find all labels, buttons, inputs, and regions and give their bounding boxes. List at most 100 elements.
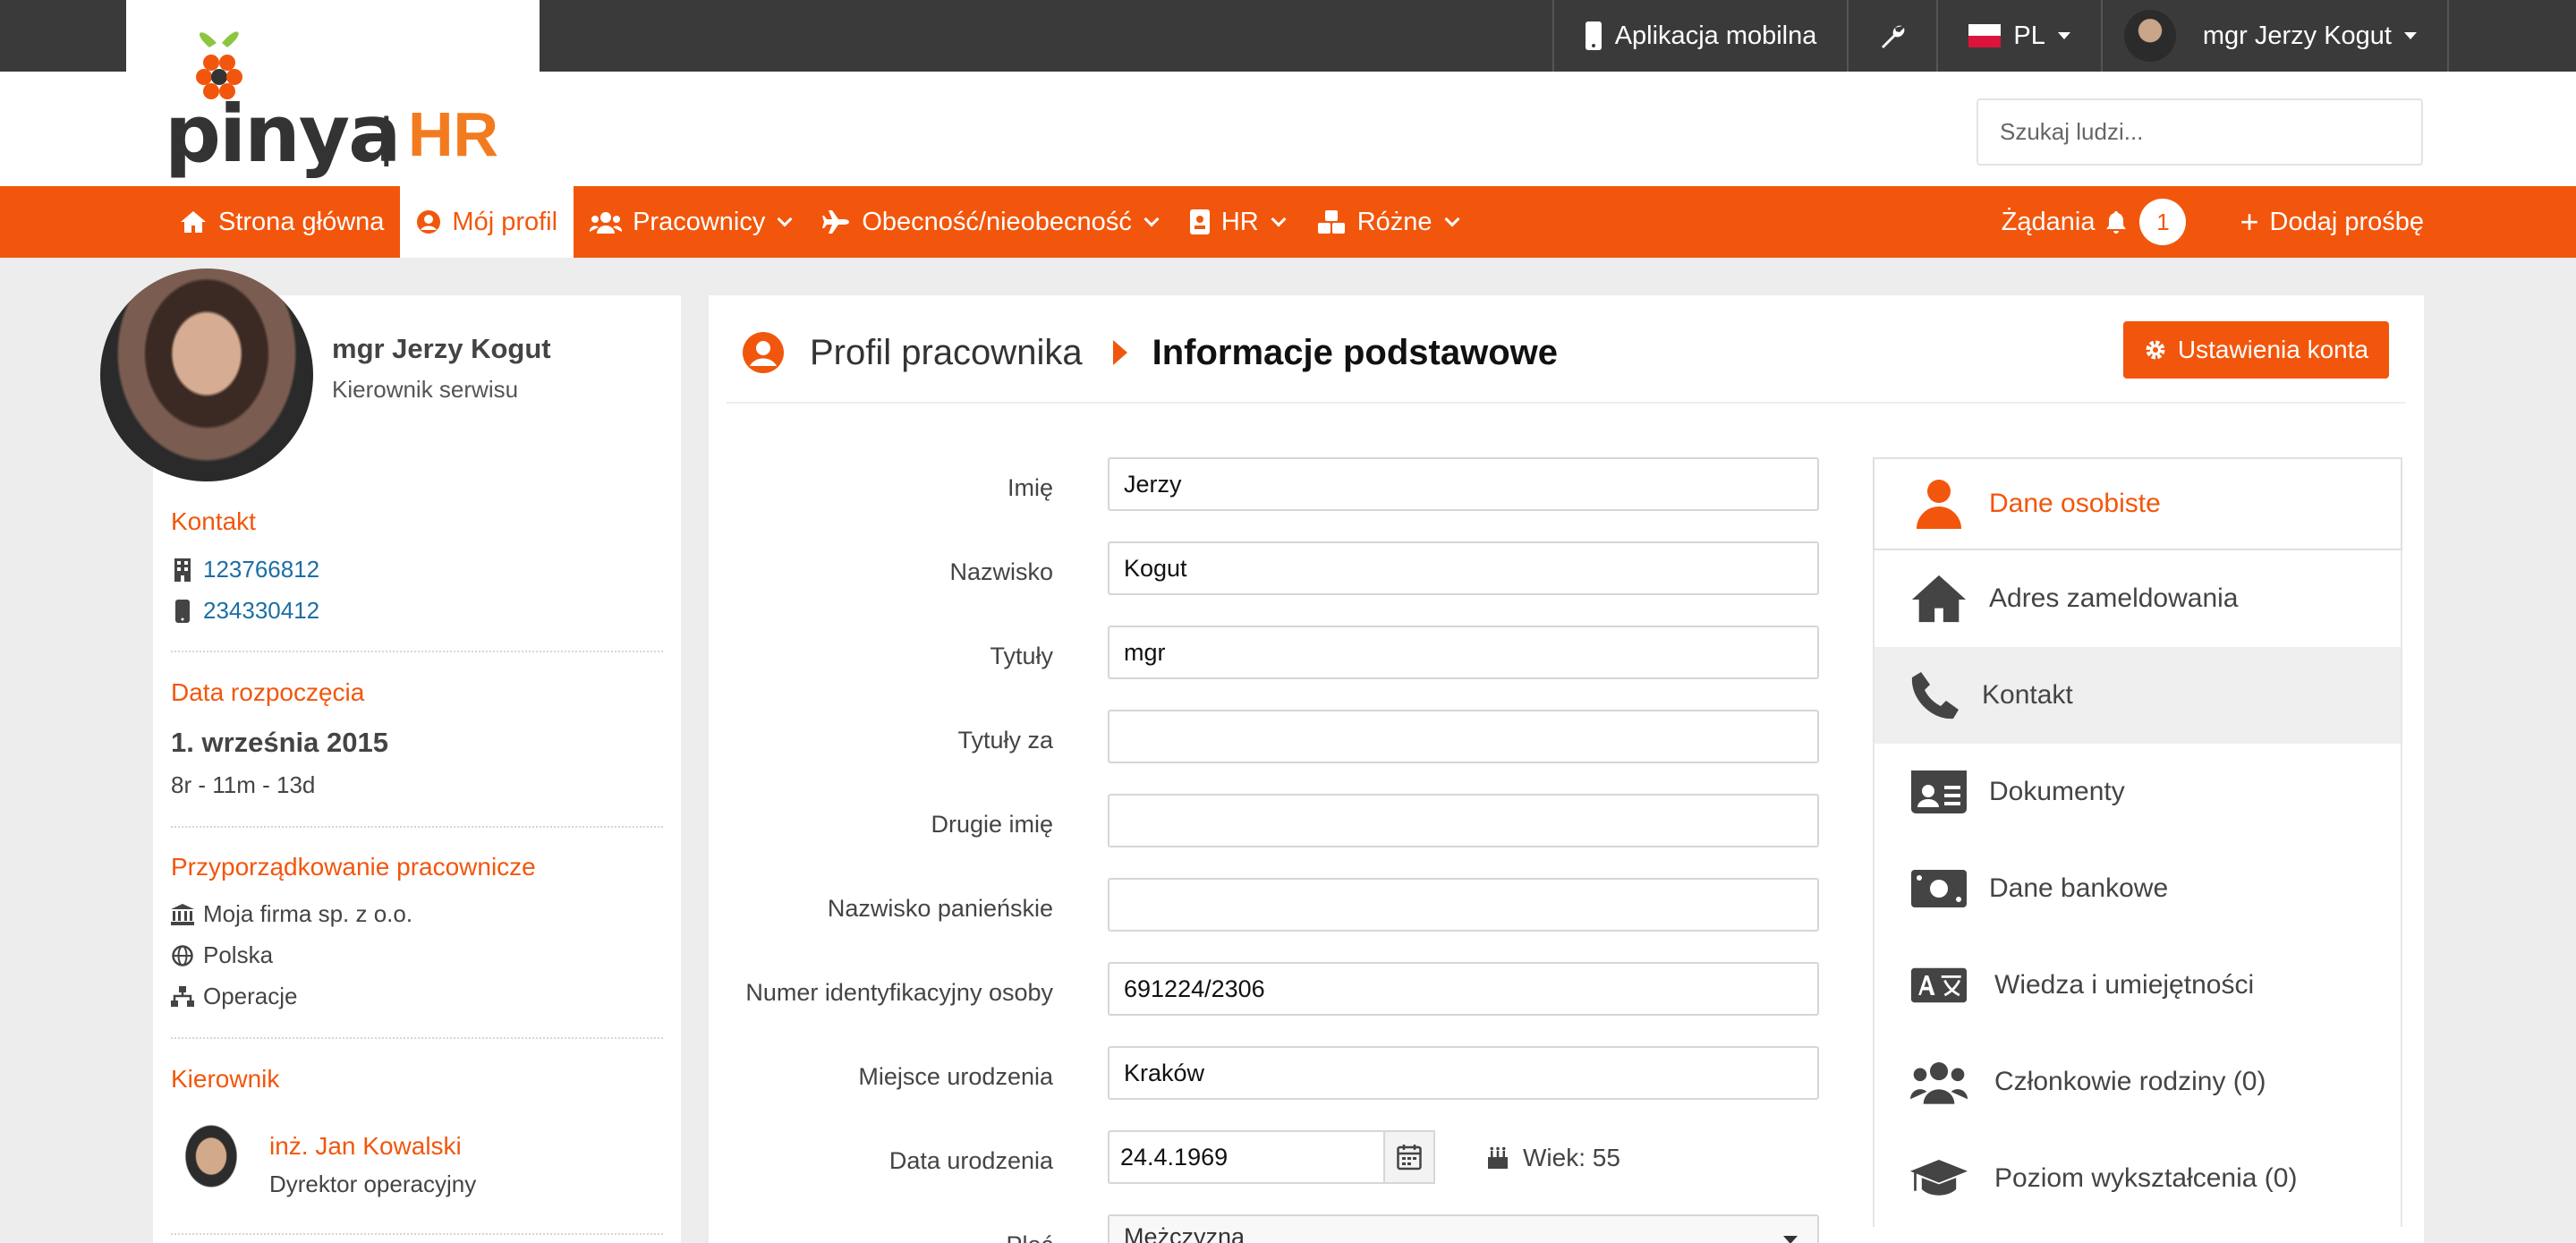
tools-button[interactable]	[1847, 0, 1936, 72]
side-item-documents[interactable]: Dokumenty	[1873, 744, 2402, 840]
people-search-input[interactable]	[1977, 98, 2423, 166]
nav-hr[interactable]: HR	[1173, 186, 1300, 258]
manager-heading: Kierownik	[171, 1065, 280, 1093]
page-title: Profil pracownika Informacje podstawowe	[742, 331, 1558, 374]
birthplace-label: Miejsce urodzenia	[858, 1063, 1053, 1090]
caret-right-icon	[1112, 340, 1127, 365]
nav-misc[interactable]: Różne	[1300, 186, 1474, 258]
plus-icon: +	[2240, 203, 2259, 240]
manager-avatar[interactable]	[171, 1124, 251, 1205]
requests-link[interactable]: Żądania	[2002, 208, 2096, 237]
titles-after-label: Tytuły za	[957, 727, 1053, 753]
department-name: Operacje	[203, 983, 298, 1009]
wrench-icon	[1879, 22, 1906, 49]
users-icon	[1910, 1058, 1968, 1106]
side-item-education[interactable]: Poziom wykształcenia (0)	[1873, 1130, 2402, 1227]
divider	[727, 402, 2405, 404]
id-number-field[interactable]	[1108, 962, 1819, 1016]
side-item-address[interactable]: Adres zameldowania	[1873, 550, 2402, 647]
side-item-label: Dokumenty	[1989, 777, 2125, 806]
user-circle-icon	[742, 331, 785, 374]
age-value: Wiek: 55	[1523, 1144, 1620, 1171]
sitemap-icon	[171, 985, 194, 1008]
profile-name: mgr Jerzy Kogut	[332, 333, 551, 364]
gear-icon	[2144, 338, 2167, 362]
mobile-phone-link[interactable]: 234330412	[203, 597, 319, 625]
id-badge-icon	[1189, 209, 1211, 235]
office-phone-link[interactable]: 123766812	[203, 556, 319, 583]
contact-heading: Kontakt	[171, 507, 256, 535]
side-item-label: Poziom wykształcenia (0)	[1994, 1163, 2298, 1193]
divider	[171, 1233, 663, 1235]
titles-field[interactable]	[1108, 626, 1819, 679]
office-phone-row: 123766812	[171, 556, 319, 583]
plane-icon	[822, 209, 851, 234]
mobile-app-label: Aplikacja mobilna	[1614, 21, 1817, 50]
divider	[171, 1037, 663, 1039]
caret-down-icon	[2404, 32, 2417, 39]
add-request-button[interactable]: Dodaj prośbę	[2270, 208, 2425, 237]
manager-name-link[interactable]: inż. Jan Kowalski	[269, 1132, 462, 1161]
home-icon	[1910, 573, 1968, 625]
user-icon	[1910, 479, 1968, 529]
gender-select[interactable]: Mężczyzna	[1108, 1214, 1819, 1243]
profile-role: Kierownik serwisu	[332, 376, 519, 403]
middle-name-label: Drugie imię	[931, 811, 1053, 838]
language-icon	[1910, 966, 1968, 1005]
id-number-label: Numer identyfikacyjny osoby	[745, 979, 1053, 1006]
side-item-personal-data[interactable]: Dane osobiste	[1873, 457, 2402, 550]
profile-avatar[interactable]	[100, 268, 313, 481]
age-display: Wiek: 55	[1487, 1144, 1620, 1172]
nav-employees-label: Pracownicy	[633, 207, 766, 236]
globe-icon	[171, 944, 194, 966]
side-item-family[interactable]: Członkowie rodziny (0)	[1873, 1034, 2402, 1130]
side-item-skills[interactable]: Wiedza i umiejętności	[1873, 937, 2402, 1034]
mobile-app-link[interactable]: Aplikacja mobilna	[1552, 0, 1848, 72]
logo-suffix: HR	[408, 99, 499, 169]
birthplace-field[interactable]	[1108, 1046, 1819, 1100]
side-item-label: Kontakt	[1982, 680, 2073, 710]
birthdate-field[interactable]	[1108, 1130, 1385, 1184]
phone-icon	[1907, 670, 1964, 720]
language-selector[interactable]: PL	[1936, 0, 2100, 72]
breadcrumb[interactable]: Profil pracownika	[810, 333, 1083, 373]
maiden-name-field[interactable]	[1108, 878, 1819, 932]
user-menu[interactable]: mgr Jerzy Kogut	[2100, 0, 2449, 72]
birthdate-label: Data urodzenia	[888, 1147, 1053, 1174]
side-item-bank-data[interactable]: Dane bankowe	[1873, 840, 2402, 937]
nav-my-profile-label: Mój profil	[452, 207, 558, 236]
side-item-contact[interactable]: Kontakt	[1873, 647, 2402, 744]
nav-home-label: Strona główna	[218, 207, 385, 236]
account-settings-button[interactable]: Ustawienia konta	[2123, 321, 2389, 379]
chevron-down-icon	[1444, 211, 1460, 227]
home-icon	[179, 209, 208, 234]
gender-label: Płeć	[1006, 1231, 1053, 1243]
gender-value: Mężczyzna	[1124, 1223, 1245, 1243]
id-card-icon	[1910, 770, 1968, 814]
nav-hr-label: HR	[1220, 207, 1259, 236]
side-item-label: Członkowie rodziny (0)	[1994, 1067, 2266, 1096]
institution-icon	[171, 903, 194, 925]
country-row: Polska	[171, 941, 273, 969]
account-settings-label: Ustawienia konta	[2177, 336, 2369, 363]
calendar-icon	[1397, 1144, 1422, 1171]
company-row: Moja firma sp. z o.o.	[171, 900, 412, 928]
start-date-heading: Data rozpoczęcia	[171, 678, 365, 706]
nav-home[interactable]: Strona główna	[163, 186, 400, 258]
logo-text: pinya	[165, 88, 402, 180]
start-date-value: 1. września 2015	[171, 727, 388, 758]
calendar-button[interactable]	[1383, 1130, 1435, 1184]
titles-after-field[interactable]	[1108, 710, 1819, 763]
avatar	[2123, 10, 2176, 62]
side-item-label: Dane osobiste	[1989, 489, 2161, 518]
nav-attendance[interactable]: Obecność/nieobecność	[806, 186, 1172, 258]
last-name-field[interactable]	[1108, 541, 1819, 595]
side-item-label: Dane bankowe	[1989, 873, 2169, 903]
middle-name-field[interactable]	[1108, 794, 1819, 847]
tenure-value: 8r - 11m - 13d	[171, 771, 316, 798]
department-row: Operacje	[171, 983, 298, 1010]
nav-employees[interactable]: Pracownicy	[574, 186, 806, 258]
first-name-field[interactable]	[1108, 457, 1819, 511]
nav-my-profile[interactable]: Mój profil	[400, 186, 574, 258]
requests-count-badge[interactable]: 1	[2139, 199, 2187, 245]
